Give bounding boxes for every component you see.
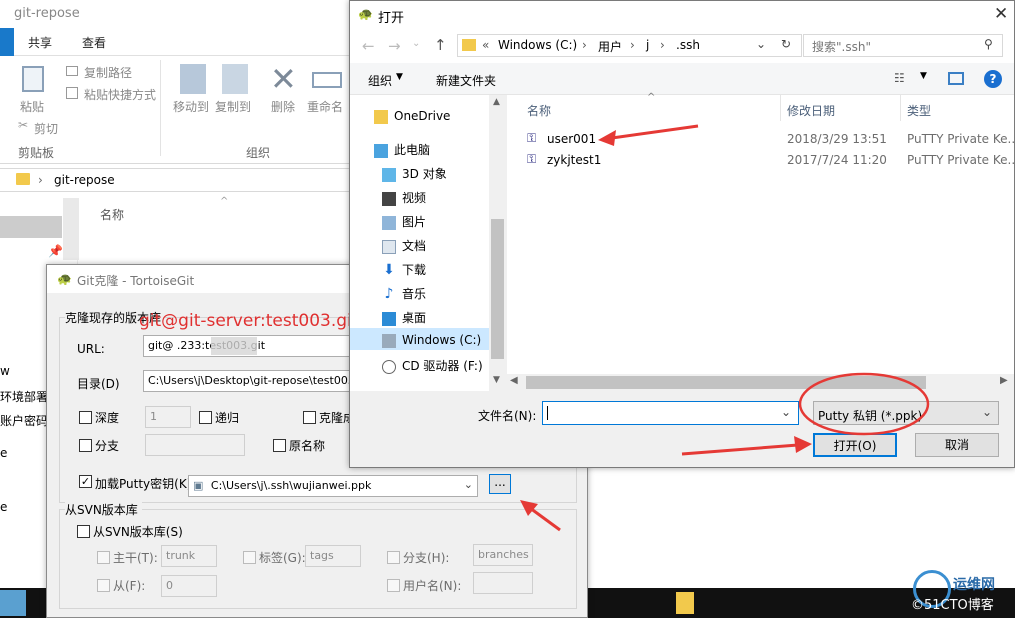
annotation-arrow-user001 — [611, 124, 699, 140]
annotation-arrowhead — [598, 130, 616, 146]
annotation-overlay — [520, 124, 930, 532]
annotation-arrow-browse — [529, 506, 561, 532]
annotation-circle-filter — [798, 372, 930, 436]
annotation-arrowhead — [794, 436, 812, 453]
annotation-arrow-open — [681, 443, 799, 456]
